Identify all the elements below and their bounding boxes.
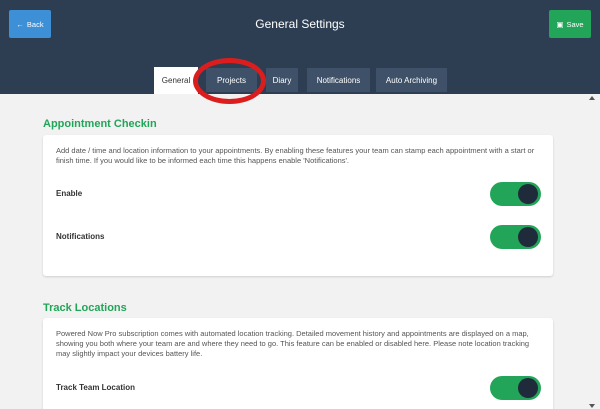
toggle-knob [518, 184, 538, 204]
toggle-knob [518, 378, 538, 398]
save-icon: ▣ [556, 19, 564, 29]
enable-label: Enable [56, 189, 83, 198]
tab-projects[interactable]: Projects [206, 68, 257, 92]
section-title-track-locations: Track Locations [43, 302, 127, 314]
tab-diary[interactable]: Diary [266, 68, 298, 92]
toggle-knob [518, 227, 538, 247]
track-locations-card: Powered Now Pro subscription comes with … [43, 318, 553, 409]
save-button-label: Save [566, 19, 584, 29]
page-title: General Settings [255, 17, 345, 31]
scroll-down-arrow-icon[interactable] [589, 404, 595, 408]
tab-notifications[interactable]: Notifications [307, 68, 370, 92]
notifications-label: Notifications [56, 232, 105, 241]
track-locations-description: Powered Now Pro subscription comes with … [56, 329, 530, 358]
section-title-appointment-checkin: Appointment Checkin [43, 118, 157, 130]
scroll-up-arrow-icon[interactable] [589, 96, 595, 100]
appointment-checkin-description: Add date / time and location information… [56, 146, 535, 165]
top-header: ← Back General Settings ▣ Save General P… [0, 0, 600, 94]
tab-general[interactable]: General [154, 67, 198, 94]
track-team-location-toggle[interactable] [490, 376, 541, 400]
save-button[interactable]: ▣ Save [549, 10, 591, 38]
tab-auto-archiving[interactable]: Auto Archiving [376, 68, 447, 92]
appointment-checkin-card: Add date / time and location information… [43, 135, 553, 276]
enable-toggle[interactable] [490, 182, 541, 206]
notifications-toggle[interactable] [490, 225, 541, 249]
track-team-location-label: Track Team Location [56, 383, 135, 392]
